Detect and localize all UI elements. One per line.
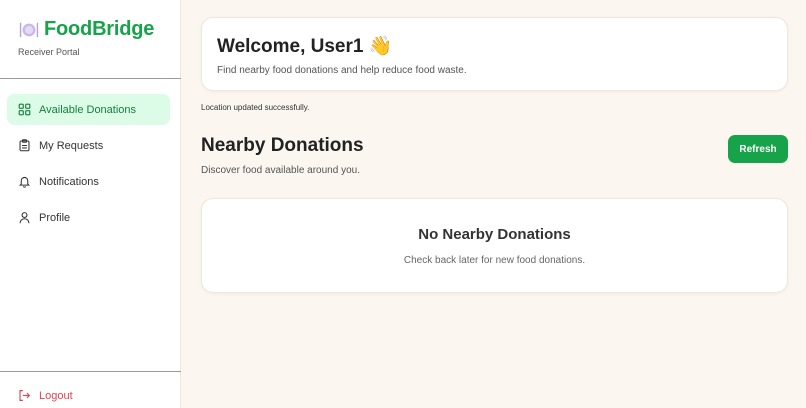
sidebar-divider: [0, 371, 181, 372]
welcome-title: Welcome, User1 👋: [217, 36, 393, 57]
refresh-button[interactable]: Refresh: [728, 135, 788, 163]
clipboard-icon: [19, 139, 30, 152]
brand-name: FoodBridge: [44, 18, 155, 40]
sidebar-item-label: My Requests: [39, 139, 104, 152]
logout-label: Logout: [39, 389, 73, 402]
sidebar-item-label: Profile: [39, 211, 71, 224]
section-subtitle: Discover food available around you.: [201, 165, 360, 176]
logout-button[interactable]: Logout: [18, 389, 73, 402]
status-message: Location updated successfully.: [201, 103, 310, 112]
user-icon: [19, 212, 30, 224]
sidebar-item-label: Notifications: [39, 175, 99, 188]
empty-state-title: No Nearby Donations: [418, 226, 571, 243]
welcome-card: Welcome, User1 👋 Find nearby food donati…: [201, 17, 788, 91]
welcome-subtitle: Find nearby food donations and help redu…: [217, 65, 467, 76]
sidebar: FoodBridge Receiver Portal Available Don…: [0, 0, 181, 408]
section-title: Nearby Donations: [201, 135, 364, 156]
grid-icon: [18, 103, 31, 116]
bell-icon: [19, 176, 30, 188]
sidebar-item-profile[interactable]: Profile: [7, 202, 170, 233]
logout-icon: [19, 390, 31, 401]
sidebar-item-available-donations[interactable]: Available Donations: [7, 94, 170, 125]
empty-state-subtitle: Check back later for new food donations.: [403, 255, 586, 266]
sidebar-item-notifications[interactable]: Notifications: [7, 166, 170, 197]
plate-cutlery-icon: [19, 22, 39, 37]
sidebar-nav: Available Donations My Requests Notifica…: [7, 94, 170, 238]
empty-state-card: No Nearby Donations Check back later for…: [201, 198, 788, 293]
sidebar-item-my-requests[interactable]: My Requests: [7, 130, 170, 161]
brand-logo[interactable]: FoodBridge: [18, 18, 154, 41]
brand-subtitle: Receiver Portal: [18, 47, 80, 57]
sidebar-divider: [0, 78, 181, 79]
sidebar-item-label: Available Donations: [39, 103, 137, 116]
